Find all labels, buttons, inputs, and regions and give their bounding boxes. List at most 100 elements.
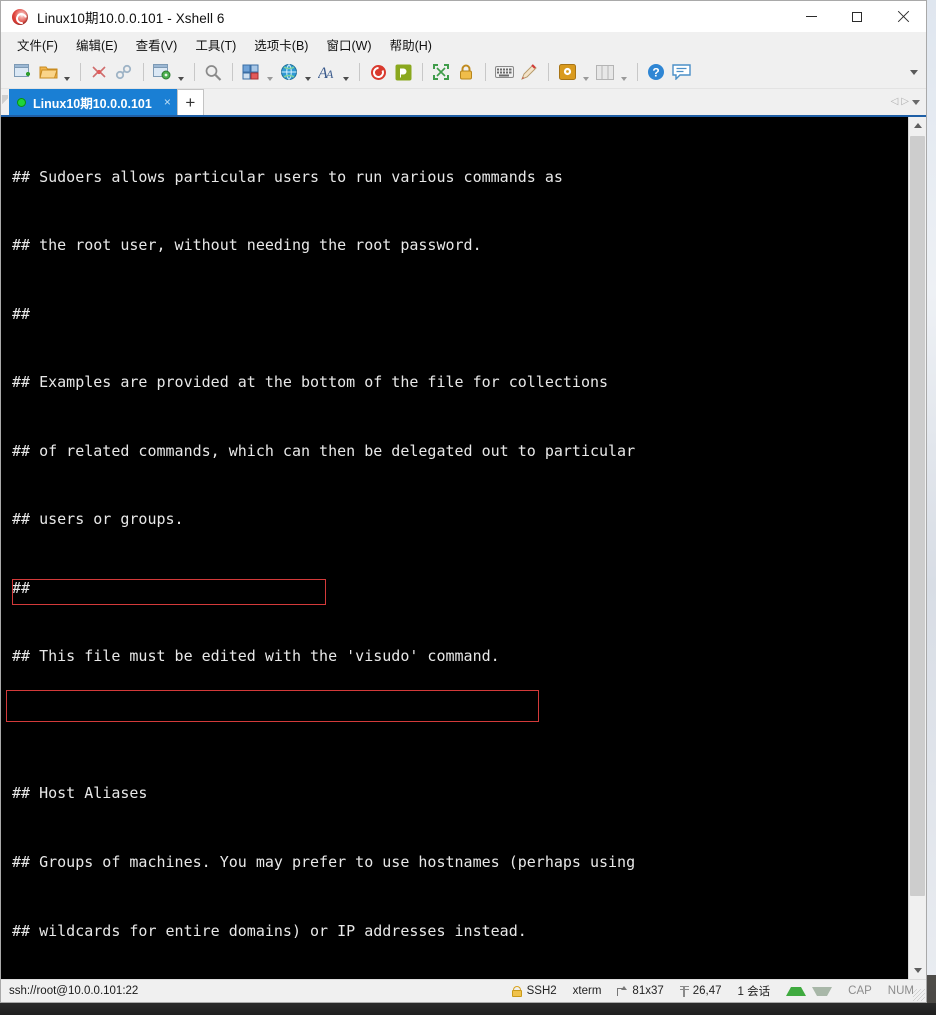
tab-linux10-10-0-0-101[interactable]: Linux10期10.0.0.101 × (9, 89, 177, 115)
taskbar-peek (0, 1003, 936, 1015)
toolbar-separator (143, 63, 144, 81)
tab-list-dropdown-icon[interactable] (912, 99, 920, 105)
toolbar-separator (637, 63, 638, 81)
font-dropdown[interactable] (340, 57, 351, 87)
status-bar: ssh://root@10.0.0.101:22 SSH2 xterm 81x3… (1, 979, 926, 1002)
terminal-line: ## (12, 578, 31, 597)
svg-text:A: A (325, 67, 334, 81)
terminal-output[interactable]: ## Sudoers allows particular users to ru… (1, 117, 908, 979)
toolbar-separator (194, 63, 195, 81)
terminal-line: ## Host Aliases (12, 784, 148, 803)
tab-navigation: ◁ ▷ (890, 89, 926, 115)
find-icon[interactable] (201, 60, 225, 84)
resize-grip[interactable] (913, 989, 925, 1001)
status-sessions: 1 会话 (737, 986, 771, 998)
status-cursor-position: 26,47 (672, 980, 730, 1002)
status-cursor-label: 26,47 (692, 985, 722, 997)
terminal-line: ## wildcards for entire domains) or IP a… (12, 921, 527, 940)
lock-icon[interactable] (454, 60, 478, 84)
transfer-dropdown[interactable] (302, 57, 313, 87)
open-folder-dropdown[interactable] (61, 57, 72, 87)
toolbar-overflow-button[interactable] (910, 56, 918, 88)
upload-arrow-icon (786, 986, 807, 996)
keyboard-icon[interactable] (492, 60, 516, 84)
toolbar-separator (359, 63, 360, 81)
terminal-line: ## Groups of machines. You may prefer to… (12, 853, 636, 871)
layout-dropdown[interactable] (264, 57, 275, 87)
toolbar: A A ? (1, 56, 926, 89)
status-bar-right: SSH2 xterm 81x37 26,47 1 会话 CAP NUM (504, 980, 922, 1002)
tab-prev-arrow-icon[interactable]: ◁ (891, 97, 899, 107)
menu-bar: 文件(F) 编辑(E) 查看(V) 工具(T) 选项卡(B) 窗口(W) 帮助(… (1, 32, 926, 56)
status-transfer-indicators (778, 980, 840, 1002)
menu-item-file[interactable]: 文件(F) (8, 32, 67, 57)
xshell-window: Linux10期10.0.0.101 - Xshell 6 文件(F) 编辑(E… (0, 0, 927, 1003)
menu-item-edit[interactable]: 编辑(E) (67, 32, 127, 57)
terminal-line: ## users or groups. (12, 510, 184, 529)
compose-icon[interactable] (517, 60, 541, 84)
menu-item-help[interactable]: 帮助(H) (381, 32, 441, 57)
reconnect-icon[interactable] (112, 60, 136, 84)
tab-bar-gutter (1, 89, 9, 115)
menu-item-view[interactable]: 查看(V) (127, 32, 187, 57)
status-size: 81x37 (609, 980, 671, 1002)
download-arrow-icon (812, 986, 833, 996)
lock-icon (511, 985, 522, 997)
layout-icon[interactable] (239, 60, 263, 84)
scrollbar-thumb[interactable] (910, 136, 925, 896)
toolbar-separator (485, 63, 486, 81)
xftp-icon[interactable] (391, 60, 415, 84)
status-size-label: 81x37 (632, 985, 664, 997)
xshell-icon[interactable] (366, 60, 390, 84)
font-icon[interactable]: A A (315, 60, 339, 84)
disconnect-icon[interactable] (87, 60, 111, 84)
properties-dropdown[interactable] (175, 57, 186, 87)
scroll-down-arrow-icon[interactable] (909, 962, 926, 979)
status-protocol-label: SSH2 (526, 985, 557, 997)
new-session-icon[interactable] (11, 60, 35, 84)
help-icon[interactable]: ? (644, 60, 668, 84)
menu-item-tab[interactable]: 选项卡(B) (245, 32, 317, 57)
menu-item-window[interactable]: 窗口(W) (317, 32, 380, 57)
svg-text:?: ? (652, 66, 659, 80)
terminal-line: ## (12, 304, 31, 323)
terminal-line: ## the root user, without needing the ro… (12, 236, 482, 255)
feedback-icon[interactable] (669, 60, 693, 84)
toolbar-separator (548, 63, 549, 81)
status-terminal-type: xterm (572, 985, 602, 997)
terminal-area: ## Sudoers allows particular users to ru… (1, 117, 926, 979)
toolbar-separator (422, 63, 423, 81)
desktop-background: Linux10期10.0.0.101 - Xshell 6 文件(F) 编辑(E… (0, 0, 936, 1015)
tab-bar: Linux10期10.0.0.101 × + ◁ ▷ (1, 89, 926, 117)
terminal-line: ## Sudoers allows particular users to ru… (12, 167, 563, 186)
menu-item-tools[interactable]: 工具(T) (186, 32, 245, 57)
terminal-line: ## This file must be edited with the 'vi… (12, 647, 500, 666)
terminal-line: ## of related commands, which can then b… (12, 441, 636, 460)
highlight-dropdown[interactable] (580, 57, 591, 87)
tab-next-arrow-icon[interactable]: ▷ (901, 97, 909, 107)
xshell-logo-icon (12, 8, 28, 25)
tab-close-icon[interactable]: × (164, 95, 171, 109)
fullscreen-icon[interactable] (429, 60, 453, 84)
scroll-up-arrow-icon[interactable] (909, 117, 926, 134)
minimize-button[interactable] (788, 1, 834, 32)
tab-bar-filler (203, 89, 891, 115)
terminal-scrollbar[interactable] (908, 117, 926, 979)
tab-status-dot-icon (17, 97, 26, 107)
maximize-button[interactable] (834, 1, 880, 32)
panes-dropdown[interactable] (618, 57, 629, 87)
close-button[interactable] (880, 1, 926, 32)
new-tab-button[interactable]: + (176, 89, 204, 115)
connection-string: ssh://root@10.0.0.101:22 (9, 985, 139, 997)
tab-label: Linux10期10.0.0.101 (33, 96, 152, 111)
session-properties-icon[interactable] (150, 60, 174, 84)
panes-icon[interactable] (593, 60, 617, 84)
open-folder-icon[interactable] (36, 60, 60, 84)
resize-icon (617, 985, 628, 997)
terminal-line: ## Examples are provided at the bottom o… (12, 373, 609, 392)
transfer-globe-icon[interactable] (277, 60, 301, 84)
title-bar: Linux10期10.0.0.101 - Xshell 6 (1, 1, 926, 32)
toolbar-separator (80, 63, 81, 81)
highlight-icon[interactable] (555, 60, 579, 84)
